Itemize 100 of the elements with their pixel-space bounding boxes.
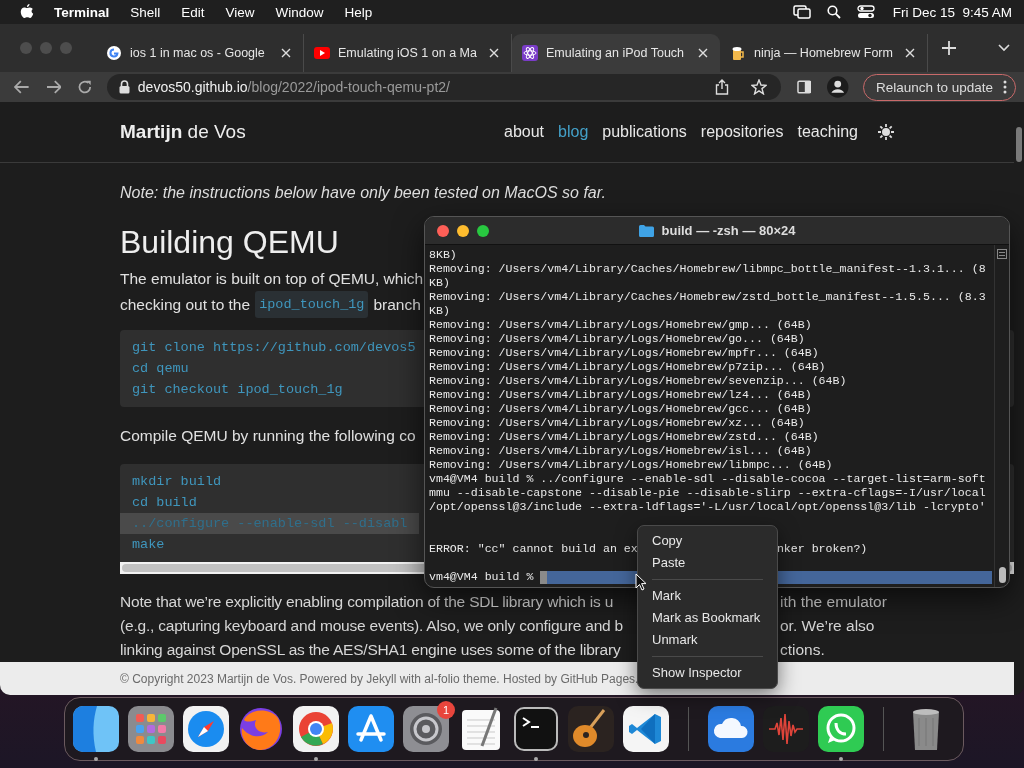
menu-item[interactable]: Window [275,4,324,20]
code-line: git checkout ipod_touch_1g [132,381,343,399]
terminal-line: Removing: /Users/vm4/Library/Logs/Homebrew/gmp... (64B) [429,318,813,332]
nav-link[interactable]: publications [602,123,687,141]
terminal-line: Removing: /Users/vm4/Library/Logs/Homebrew/zstd... (64B) [429,430,820,444]
split-square-icon[interactable] [73,706,119,752]
section-heading: Building QEMU [120,223,339,262]
nav-link[interactable]: teaching [797,123,858,141]
lock-icon [118,80,130,94]
mug-icon [730,45,746,61]
play-icon [314,45,330,61]
new-tab-icon[interactable] [942,41,956,55]
search-icon[interactable] [826,5,841,19]
terminal-line: mmu --disable-capstone --disable-pie --disable-slirp --extra-cflags=-I/usr/local [429,486,987,500]
nav-link[interactable]: blog [558,123,589,141]
menu-item[interactable]: Show Inspector [643,662,772,684]
minimize-button[interactable] [457,224,469,237]
code-line: git clone https://github.com/devos5 [132,339,416,357]
screen-mirroring-icon[interactable] [792,5,811,19]
vertical-scrollbar[interactable] [994,245,1009,587]
terminal-line: Removing: /Users/vm4/Library/Logs/Homebrew/sevenzip... (64B) [429,374,848,388]
window-title: build — -zsh — 80×24 [661,223,796,238]
close-icon[interactable] [281,48,291,58]
terminal-line: Removing: /Users/vm4/Library/Logs/Homebrew/libmpc... (64B) [429,458,834,472]
profile-icon[interactable] [827,76,849,98]
sun-icon[interactable] [878,124,894,140]
inline-code: ipod_touch_1g [255,291,369,318]
scrollbar-thumb[interactable] [1016,127,1022,162]
star-icon[interactable] [750,79,767,95]
swirl-globe-icon[interactable] [238,706,284,752]
code-line: cd qemu [132,360,189,378]
forward-icon[interactable] [45,80,62,94]
menu-item[interactable]: Help [344,4,373,20]
terminal-line: KB) [429,304,451,318]
close-icon[interactable] [489,48,499,58]
zoom-button[interactable] [477,224,489,237]
url-text: devos50.github.io/blog/2022/ipod-touch-qemu-pt2/ [137,79,450,95]
text-cursor [540,570,548,584]
paragraph-text: checking out to the [120,295,251,315]
paragraph-text: linking against OpenSSL as the AES/SHA1 engine uses some of the library [120,640,622,660]
terminal-line: Removing: /Users/vm4/Library/Logs/Homebrew/mpfr... (64B) [429,346,820,360]
nav-link[interactable]: repositories [700,123,784,141]
terminal-icon[interactable] [513,706,559,752]
menu-item[interactable]: Mark [643,585,772,607]
compass-icon[interactable] [183,706,229,752]
terminal-line: vm4@VM4 build % ../configure --enable-sdl --disable-cocoa --target-list=arm-soft [429,472,987,486]
gear-icon[interactable] [403,706,449,752]
menu-item[interactable]: Mark as Bookmark [643,607,772,629]
segmented-ring-icon[interactable] [293,706,339,752]
terminal-line: /opt/openssl@3/include --extra-ldflags='-L/usr/local/opt/openssl@3/lib -lcrypto' [429,500,987,514]
menu-item[interactable]: Unmark [643,629,772,651]
code-line: mkdir build [132,473,222,491]
close-button[interactable] [437,224,449,237]
menu-item[interactable]: Copy [643,530,772,552]
reload-icon[interactable] [77,79,93,95]
scrollbar-thumb[interactable] [998,567,1006,583]
cloud-icon[interactable] [708,706,754,752]
paragraph-text: Compile QEMU by running the following co [120,426,416,446]
more-icon [1003,80,1007,94]
terminal-line: Removing: /Users/vm4/Library/Logs/Homebrew/go... (64B) [429,332,806,346]
back-icon[interactable] [14,80,30,94]
atom-icon [522,45,538,61]
app-grid-icon[interactable] [128,706,174,752]
control-center-icon[interactable] [856,5,875,19]
close-icon[interactable] [905,48,915,58]
address-bar[interactable]: devos50.github.io/blog/2022/ipod-touch-qemu-pt2/ [106,74,781,100]
notification-badge: 1 [437,701,455,719]
code-line: cd build [132,494,197,512]
guitar-icon[interactable] [568,706,614,752]
site-title[interactable]: Martijn de Vos [120,121,246,143]
paragraph-text: ctions. [780,640,825,660]
terminal-line: Removing: /Users/vm4/Library/Logs/Homebrew/isl... (64B) [429,444,813,458]
menu-item[interactable]: Paste [643,552,772,574]
menu-item[interactable]: Terminal [54,4,110,20]
crossed-lines-icon[interactable] [348,706,394,752]
code-line: make [132,536,165,554]
close-icon[interactable] [698,48,708,58]
terminal-text: ERROR: "cc" cannot build an ex [429,542,638,556]
terminal-line: Removing: /Users/vm4/Library/Logs/Homebrew/lz4... (64B) [429,388,813,402]
chat-bubble-icon[interactable] [818,706,864,752]
menu-item[interactable]: View [225,4,255,20]
sidebar-icon[interactable] [796,80,812,94]
code-editor-icon[interactable] [623,706,669,752]
paragraph-text: branch [373,295,421,315]
letter-g-icon [106,45,122,61]
paragraph-text: (e.g., capturing keyboard and mouse events). Also, we only configure and b [120,616,625,636]
browser-tab[interactable]: Emulating an iPod Touch [512,34,720,72]
paragraph-text: ith the emulator [780,592,887,612]
chevron-down-icon[interactable] [998,44,1010,52]
terminal-line: 8KB) [429,248,458,262]
relaunch-button[interactable]: Relaunch to update [862,73,1016,101]
apple-logo-icon[interactable] [20,4,34,20]
share-icon[interactable] [714,79,729,95]
folder-icon [638,224,654,237]
menu-item[interactable]: Shell [130,4,161,20]
nav-link[interactable]: about [504,123,545,141]
menu-item[interactable]: Edit [181,4,205,20]
menu-bar-clock[interactable]: Fri Dec 15 9:45 AM [892,4,1012,20]
terminal-line: Removing: /Users/vm4/Library/Caches/Homebrew/zstd_bottle_manifest--1.5.5... (8.3 [429,290,987,304]
paragraph-text: or. We’re also [780,616,875,636]
